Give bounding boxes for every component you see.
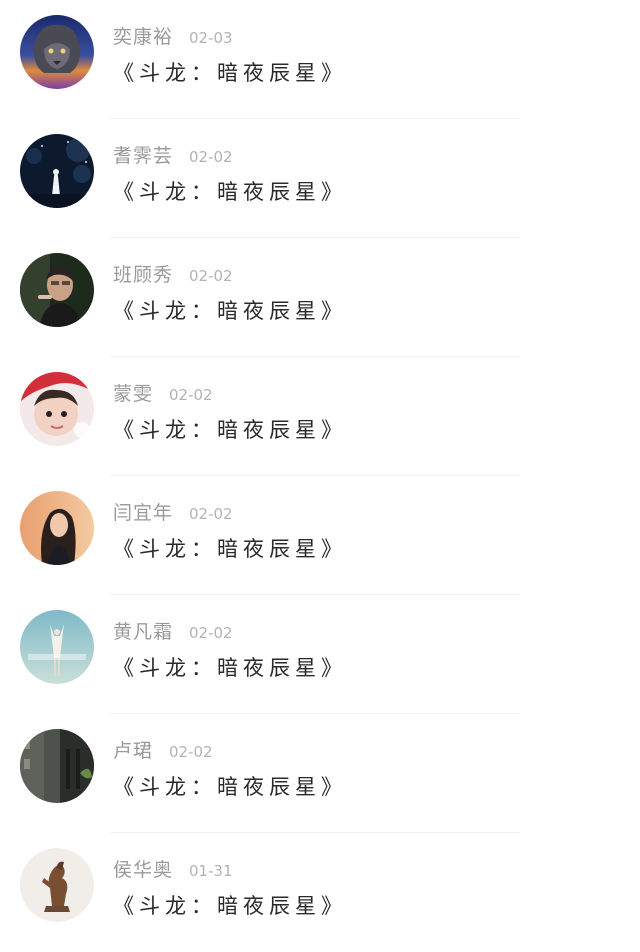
list-item[interactable]: 黄凡霜 02-02 《斗龙：暗夜辰星》 (0, 595, 640, 714)
list-item[interactable]: 耆霁芸 02-02 《斗龙：暗夜辰星》 (0, 119, 640, 238)
message-date: 02-02 (189, 624, 233, 642)
message-meta: 蒙雯 02-02 (113, 379, 213, 409)
message-meta: 侯华奥 01-31 (113, 855, 233, 885)
sender-name: 耆霁芸 (113, 145, 174, 167)
baby-avatar-icon[interactable] (20, 372, 94, 446)
list-item[interactable]: 侯华奥 01-31 《斗龙：暗夜辰星》 (0, 833, 640, 952)
girl-sky-avatar-icon[interactable] (20, 610, 94, 684)
message-text: 《斗龙：暗夜辰星》 (113, 894, 347, 918)
message-list: 奕康裕 02-03 《斗龙：暗夜辰星》 耆霁芸 02-02 《斗龙：暗夜辰星》 (0, 0, 640, 936)
list-item[interactable]: 奕康裕 02-03 《斗龙：暗夜辰星》 (0, 0, 640, 119)
message-date: 02-02 (189, 267, 233, 285)
message-meta: 卢珺 02-02 (113, 736, 213, 766)
man-avatar-icon[interactable] (20, 253, 94, 327)
message-meta: 黄凡霜 02-02 (113, 617, 233, 647)
night-girl-avatar-icon[interactable] (20, 134, 94, 208)
message-meta: 奕康裕 02-03 (113, 22, 233, 52)
street-avatar-icon[interactable] (20, 729, 94, 803)
message-text: 《斗龙：暗夜辰星》 (113, 656, 347, 680)
sender-name: 闫宜年 (113, 502, 174, 524)
sender-name: 侯华奥 (113, 859, 174, 881)
message-date: 02-02 (169, 386, 213, 404)
woman-avatar-icon[interactable] (20, 491, 94, 565)
sender-name: 奕康裕 (113, 26, 174, 48)
message-text: 《斗龙：暗夜辰星》 (113, 418, 347, 442)
message-text: 《斗龙：暗夜辰星》 (113, 537, 347, 561)
list-item[interactable]: 蒙雯 02-02 《斗龙：暗夜辰星》 (0, 357, 640, 476)
message-text: 《斗龙：暗夜辰星》 (113, 299, 347, 323)
message-text: 《斗龙：暗夜辰星》 (113, 180, 347, 204)
sender-name: 黄凡霜 (113, 621, 174, 643)
message-date: 02-02 (189, 148, 233, 166)
sender-name: 班顾秀 (113, 264, 174, 286)
message-meta: 闫宜年 02-02 (113, 498, 233, 528)
message-meta: 耆霁芸 02-02 (113, 141, 233, 171)
message-date: 02-03 (189, 29, 233, 47)
list-item[interactable]: 班顾秀 02-02 《斗龙：暗夜辰星》 (0, 238, 640, 357)
message-date: 02-02 (169, 743, 213, 761)
lion-avatar-icon[interactable] (20, 15, 94, 89)
message-date: 01-31 (189, 862, 233, 880)
list-item[interactable]: 闫宜年 02-02 《斗龙：暗夜辰星》 (0, 476, 640, 595)
message-date: 02-02 (189, 505, 233, 523)
message-text: 《斗龙：暗夜辰星》 (113, 61, 347, 85)
horse-statue-avatar-icon[interactable] (20, 848, 94, 922)
sender-name: 蒙雯 (113, 383, 154, 405)
message-meta: 班顾秀 02-02 (113, 260, 233, 290)
sender-name: 卢珺 (113, 740, 154, 762)
list-item[interactable]: 卢珺 02-02 《斗龙：暗夜辰星》 (0, 714, 640, 833)
message-text: 《斗龙：暗夜辰星》 (113, 775, 347, 799)
